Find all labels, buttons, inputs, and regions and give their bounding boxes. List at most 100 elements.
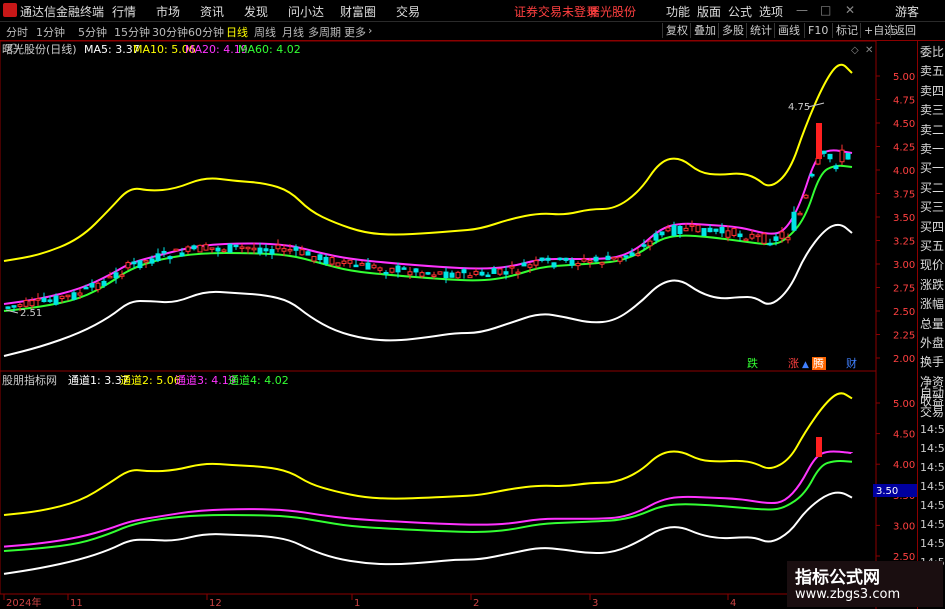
btn-back[interactable]: 返回 — [890, 23, 919, 38]
side-panel-item[interactable]: 外盘 — [920, 334, 944, 351]
candle-body — [329, 257, 335, 265]
period-1min[interactable]: 1分钟 — [36, 24, 65, 40]
menu-function[interactable]: 功能 — [666, 3, 690, 20]
menu-market[interactable]: 市场 — [156, 3, 180, 20]
candle-body — [71, 292, 77, 300]
candle-body — [107, 275, 113, 279]
side-panel-item[interactable]: 买四 — [920, 218, 944, 235]
login-notice[interactable]: 证券交易未登录 — [514, 3, 598, 20]
btn-mark[interactable]: 标记 — [832, 23, 861, 38]
chevron-right-icon[interactable]: › — [368, 24, 372, 37]
side-panel-item[interactable]: 涨跌 — [920, 276, 944, 293]
tick-time: 14:56 — [920, 423, 945, 436]
side-panel-item[interactable]: 卖五 — [920, 62, 944, 79]
sub-red-bar — [816, 437, 822, 457]
side-panel-item[interactable]: 卖二 — [920, 121, 944, 138]
btn-stats[interactable]: 统计 — [746, 23, 775, 38]
menu-trade[interactable]: 交易 — [396, 3, 420, 20]
menu-quotes[interactable]: 行情 — [112, 3, 136, 20]
side-panel-item[interactable]: 卖三 — [920, 101, 944, 118]
candle-body — [725, 230, 731, 238]
candlesticks — [5, 123, 851, 312]
side-panel-item[interactable]: 买二 — [920, 179, 944, 196]
side-panel-item[interactable]: 涨幅 — [920, 295, 944, 312]
period-30min[interactable]: 30分钟 — [152, 24, 188, 40]
candle-body — [593, 256, 599, 262]
menu-layout[interactable]: 版面 — [697, 3, 721, 20]
candle-body — [287, 248, 293, 252]
minimize-icon[interactable]: — — [796, 3, 808, 17]
candle-body — [395, 265, 401, 273]
sub-y-axis: 5.004.504.003.503.002.50 — [876, 399, 915, 563]
side-panel-trade-item[interactable]: 自动 — [920, 384, 944, 401]
candle-body — [413, 268, 419, 273]
period-timeshare[interactable]: 分时 — [6, 24, 28, 40]
side-panel-item[interactable]: 换手 — [920, 353, 944, 370]
watermark: 指标公式网 www.zbgs3.com — [787, 561, 943, 607]
candle-body — [449, 272, 455, 278]
candle-body — [233, 244, 239, 248]
candle-body — [179, 252, 185, 257]
yellow-channel-line — [3, 63, 853, 262]
side-panel-item[interactable]: 卖一 — [920, 140, 944, 157]
menu-formula[interactable]: 公式 — [728, 3, 752, 20]
side-panel-item[interactable]: 委比 — [920, 43, 944, 60]
diamond-icon[interactable]: ◇ — [851, 45, 859, 56]
menu-discover[interactable]: 发现 — [244, 3, 268, 20]
channel-legend: 通道1: 3.37通道2: 5.06通道3: 4.19通道4: 4.02 — [68, 373, 289, 387]
menu-options[interactable]: 选项 — [759, 3, 783, 20]
side-panel-item[interactable]: 总量 — [920, 315, 944, 332]
period-weekly[interactable]: 周线 — [254, 24, 276, 40]
guest-button[interactable]: 游客 — [895, 3, 919, 20]
period-daily[interactable]: 日线 — [226, 24, 248, 40]
period-monthly[interactable]: 月线 — [282, 24, 304, 40]
menu-news[interactable]: 资讯 — [200, 3, 224, 20]
menu-bar: 通达信金融终端 行情 市场 资讯 发现 问小达 财富圈 交易 证券交易未登录 曙… — [0, 0, 945, 22]
close-icon[interactable]: ✕ — [845, 3, 855, 17]
candle-body — [485, 274, 491, 278]
btn-adjust[interactable]: 复权 — [662, 23, 691, 38]
watermark-url: www.zbgs3.com — [795, 587, 901, 602]
tag-fall[interactable]: 跌 — [747, 356, 758, 370]
candle-body — [689, 224, 695, 227]
panel-close-icon[interactable]: ✕ — [865, 45, 873, 56]
side-panel-item[interactable]: 现价 — [920, 256, 944, 273]
period-multi[interactable]: 多周期 — [308, 24, 341, 40]
btn-f10[interactable]: F10 — [804, 23, 831, 38]
chart-canvas[interactable]: 曙光股份(日线) MA5: 3.37MA10: 5.06MA20: 4.19MA… — [0, 41, 917, 609]
candle-body — [701, 228, 707, 237]
candle-body — [173, 248, 179, 252]
period-more[interactable]: 更多 — [344, 24, 366, 40]
candle-body — [833, 165, 839, 170]
period-5min[interactable]: 5分钟 — [78, 24, 107, 40]
candle-body — [17, 304, 23, 307]
candle-body — [401, 267, 407, 270]
sub-chart-title: 股朋指标网 — [2, 373, 57, 387]
tag-soar[interactable]: 腾 — [813, 356, 824, 370]
maximize-icon[interactable]: □ — [820, 3, 831, 17]
candle-body — [305, 251, 311, 256]
main-y-tick-label: 2.50 — [893, 307, 915, 318]
side-panel-trade-item[interactable]: 交易 — [920, 403, 944, 420]
menu-xiaoda[interactable]: 问小达 — [288, 3, 324, 20]
candle-body — [557, 257, 563, 261]
candle-body — [659, 231, 665, 236]
btn-multistock[interactable]: 多股 — [718, 23, 747, 38]
period-15min[interactable]: 15分钟 — [114, 24, 150, 40]
side-panel-item[interactable]: 买一 — [920, 159, 944, 176]
btn-overlay[interactable]: 叠加 — [690, 23, 719, 38]
ma-legend: MA5: 3.37MA10: 5.06MA20: 4.19MA60: 4.02 — [84, 43, 301, 56]
candle-body — [113, 272, 119, 279]
candle-body — [461, 269, 467, 274]
ma-label-3: MA60: 4.02 — [238, 43, 301, 56]
side-panel-item[interactable]: 买五 — [920, 237, 944, 254]
candle-body — [239, 246, 245, 249]
menu-wealth[interactable]: 财富圈 — [340, 3, 376, 20]
side-panel-item[interactable]: 买三 — [920, 198, 944, 215]
candle-body — [803, 194, 809, 199]
tag-finance[interactable]: 财 — [846, 356, 857, 370]
period-60min[interactable]: 60分钟 — [188, 24, 224, 40]
btn-draw[interactable]: 画线 — [774, 23, 803, 38]
tag-rise[interactable]: 涨 — [788, 357, 799, 370]
side-panel-item[interactable]: 卖四 — [920, 82, 944, 99]
